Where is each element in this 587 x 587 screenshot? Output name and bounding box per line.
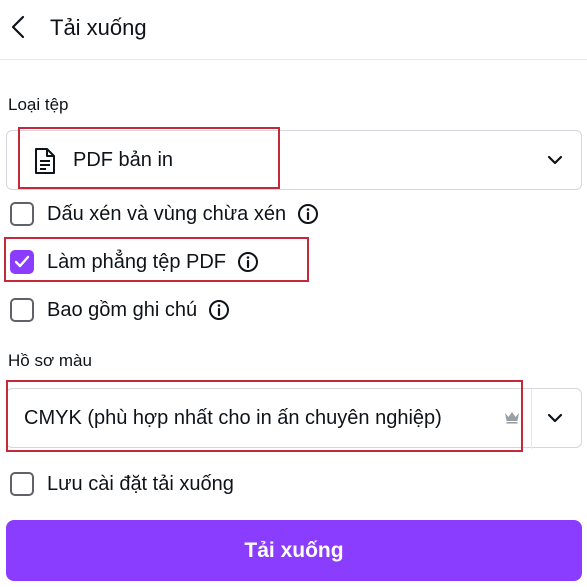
check-icon: [14, 255, 30, 268]
document-icon: [34, 147, 56, 180]
divider: [531, 389, 532, 449]
chevron-down-icon: [547, 411, 563, 429]
option-flatten-pdf[interactable]: Làm phẳng tệp PDF: [10, 247, 259, 277]
color-profile-select[interactable]: CMYK (phù hợp nhất cho in ấn chuyên nghi…: [6, 388, 582, 449]
color-profile-label: Hồ sơ màu: [8, 351, 92, 370]
option-include-notes[interactable]: Bao gồm ghi chú: [10, 295, 230, 325]
checkbox-checked[interactable]: [10, 250, 34, 274]
checkbox[interactable]: [10, 202, 34, 226]
info-icon[interactable]: [297, 203, 319, 225]
chevron-down-icon: [547, 153, 563, 171]
info-icon[interactable]: [237, 251, 259, 273]
download-button[interactable]: Tải xuống: [6, 520, 582, 581]
header: Tải xuống: [0, 0, 587, 60]
file-type-select[interactable]: PDF bản in: [6, 130, 582, 190]
info-icon[interactable]: [208, 299, 230, 321]
checkbox[interactable]: [10, 298, 34, 322]
crown-icon: [504, 410, 520, 429]
file-type-value: PDF bản in: [73, 149, 174, 171]
option-save-settings[interactable]: Lưu cài đặt tải xuống: [10, 469, 234, 499]
option-label: Lưu cài đặt tải xuống: [47, 473, 234, 495]
option-label: Bao gồm ghi chú: [47, 299, 198, 321]
color-profile-value: CMYK (phù hợp nhất cho in ấn chuyên nghi…: [24, 407, 442, 429]
back-button[interactable]: [4, 10, 32, 44]
chevron-left-icon: [11, 15, 25, 39]
page-title: Tải xuống: [50, 15, 147, 40]
checkbox[interactable]: [10, 472, 34, 496]
option-label: Dấu xén và vùng chừa xén: [47, 203, 287, 225]
option-label: Làm phẳng tệp PDF: [47, 251, 226, 273]
file-type-label: Loại tệp: [8, 95, 69, 114]
option-crop-marks[interactable]: Dấu xén và vùng chừa xén: [10, 199, 319, 229]
